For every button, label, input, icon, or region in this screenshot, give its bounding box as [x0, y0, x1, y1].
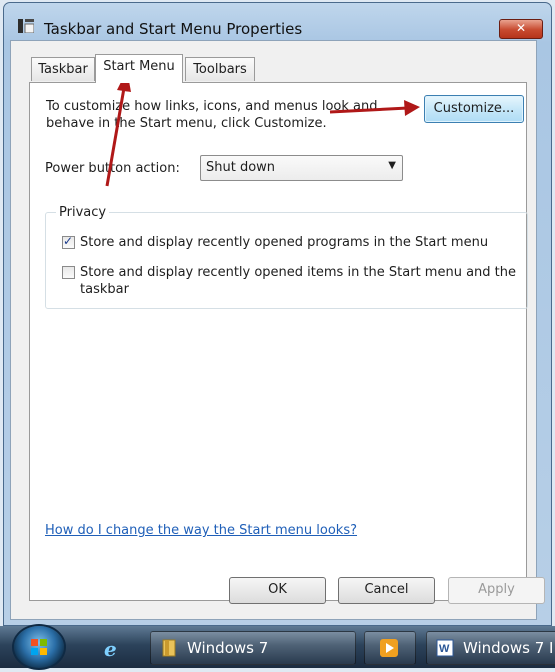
taskbar-item-label: Windows 7 I: [463, 639, 554, 657]
tab-taskbar[interactable]: Taskbar: [31, 57, 95, 81]
recent-items-label-line-2[interactable]: taskbar: [80, 281, 129, 298]
intro-line-1: To customize how links, icons, and menus…: [46, 99, 378, 114]
taskbar-item-media[interactable]: [364, 631, 416, 665]
svg-text:W: W: [439, 643, 450, 655]
word-document-icon: W: [436, 639, 454, 657]
taskbar-item-windows-7-document[interactable]: W Windows 7 I: [426, 631, 555, 665]
title-bar[interactable]: Taskbar and Start Menu Properties ✕: [4, 3, 551, 43]
power-button-select[interactable]: Shut down ▼: [200, 155, 403, 181]
close-button[interactable]: ✕: [499, 19, 543, 39]
recent-programs-label[interactable]: Store and display recently opened progra…: [80, 234, 488, 251]
taskbar-item-label: Windows 7: [187, 639, 269, 657]
power-button-label: Power button action:: [45, 161, 180, 176]
recent-programs-checkbox[interactable]: [62, 234, 75, 249]
apply-button[interactable]: Apply: [448, 577, 545, 604]
recent-items-checkbox[interactable]: [62, 266, 75, 279]
tab-start-menu[interactable]: Start Menu: [95, 54, 183, 83]
intro-line-2: behave in the Start menu, click Customiz…: [46, 116, 327, 131]
recent-items-label-line-1[interactable]: Store and display recently opened items …: [80, 264, 516, 281]
privacy-legend: Privacy: [56, 205, 110, 220]
taskbar-item-windows-7-folder[interactable]: Windows 7: [150, 631, 356, 665]
cancel-button[interactable]: Cancel: [338, 577, 435, 604]
tab-toolbars[interactable]: Toolbars: [185, 57, 255, 81]
folder-icon: [162, 639, 176, 657]
help-link[interactable]: How do I change the way the Start menu l…: [45, 523, 357, 538]
windows-logo-icon: [31, 639, 47, 655]
start-button[interactable]: [14, 626, 64, 668]
taskbar-properties-icon: [18, 19, 34, 33]
chevron-down-icon: ▼: [388, 160, 396, 171]
ok-button[interactable]: OK: [229, 577, 326, 604]
media-player-icon: [380, 639, 398, 657]
window-title: Taskbar and Start Menu Properties: [44, 20, 303, 38]
power-button-value: Shut down: [206, 160, 276, 175]
internet-explorer-icon[interactable]: e: [104, 637, 128, 661]
customize-button[interactable]: Customize...: [424, 95, 524, 123]
